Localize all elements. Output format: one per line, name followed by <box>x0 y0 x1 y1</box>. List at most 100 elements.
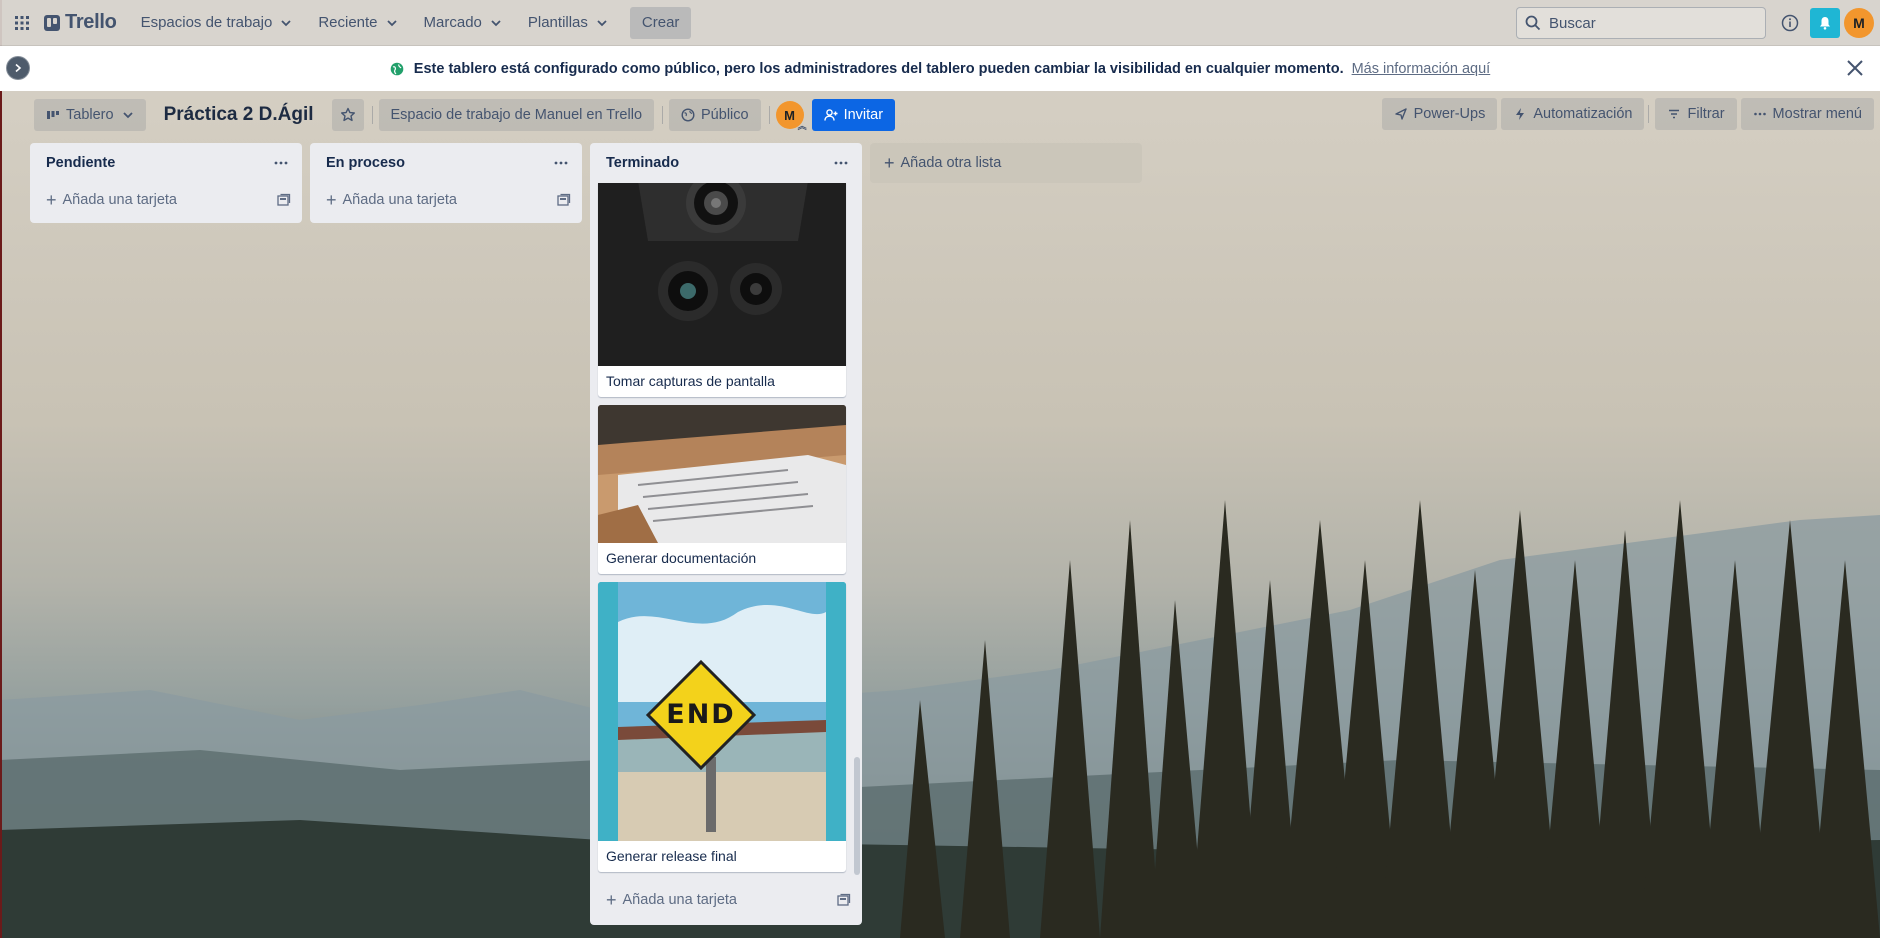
list-header: Terminado <box>590 143 862 183</box>
chevron-down-icon <box>281 19 291 26</box>
automation-button[interactable]: Automatización <box>1501 98 1645 130</box>
add-card-label: Añada una tarjeta <box>342 192 457 208</box>
list-title[interactable]: Pendiente <box>46 155 115 171</box>
templates-menu[interactable]: Plantillas <box>518 7 618 39</box>
workspace-button[interactable]: Espacio de trabajo de Manuel en Trello <box>378 99 655 131</box>
card-list: Tomar capturas de pantalla Generar docum… <box>590 183 862 879</box>
recent-menu[interactable]: Reciente <box>308 7 407 39</box>
card-template-icon[interactable] <box>836 892 852 908</box>
list-title[interactable]: Terminado <box>606 155 679 171</box>
header-divider <box>1648 105 1650 123</box>
chevron-down-icon <box>386 19 397 26</box>
card-title: Generar documentación <box>606 550 757 566</box>
starred-menu-label: Marcado <box>423 14 482 31</box>
plus-icon: + <box>884 152 895 173</box>
search-box[interactable] <box>1516 7 1766 39</box>
documents-folders-picture <box>598 405 846 543</box>
plus-icon: + <box>46 190 57 210</box>
trello-logo[interactable]: Trello <box>44 11 117 34</box>
card[interactable]: Generar documentación <box>598 405 846 574</box>
trello-logo-icon <box>44 14 60 31</box>
more-info-link[interactable]: Más información aquí <box>1352 61 1491 77</box>
board-title[interactable]: Práctica 2 D.Ágil <box>154 104 324 126</box>
card-template-icon[interactable] <box>556 192 572 208</box>
list-actions-icon[interactable] <box>270 152 292 174</box>
invite-button[interactable]: Invitar <box>811 99 896 131</box>
notifications-bell-icon[interactable] <box>1810 8 1840 38</box>
filter-label: Filtrar <box>1687 106 1725 122</box>
close-icon[interactable] <box>1844 57 1866 79</box>
list-terminado: Terminado Tomar capturas de pantalla Gen… <box>590 143 862 925</box>
end-sign-text: END <box>666 699 736 730</box>
more-dots-icon <box>1753 112 1766 116</box>
star-board-button[interactable] <box>331 99 364 131</box>
recent-menu-label: Reciente <box>318 14 378 31</box>
visibility-banner: Este tablero está configurado como públi… <box>0 46 1880 91</box>
show-menu-label: Mostrar menú <box>1772 106 1862 122</box>
board-header: Tablero Práctica 2 D.Ágil Espacio de tra… <box>34 98 1874 132</box>
info-icon[interactable] <box>1776 9 1804 37</box>
list-scrollbar[interactable] <box>854 757 860 875</box>
list-header: En proceso <box>310 143 582 183</box>
top-navigation: Trello Espacios de trabajo Reciente Marc… <box>0 0 1880 46</box>
list-title[interactable]: En proceso <box>326 155 405 171</box>
chevron-right-icon <box>15 63 22 73</box>
add-card-button[interactable]: + Añada una tarjeta <box>590 883 862 917</box>
automation-label: Automatización <box>1533 106 1633 122</box>
logo-text: Trello <box>65 11 117 33</box>
app-switcher-icon[interactable] <box>10 11 34 35</box>
globe-icon <box>390 62 404 75</box>
chevron-down-icon <box>122 112 133 119</box>
plus-icon: + <box>326 190 337 210</box>
board-member-avatar[interactable]: M ︽ <box>775 101 807 131</box>
camera-lenses-picture <box>598 183 846 366</box>
starred-menu[interactable]: Marcado <box>414 7 512 39</box>
add-card-button[interactable]: + Añada una tarjeta <box>30 183 302 217</box>
workspaces-menu[interactable]: Espacios de trabajo <box>131 7 303 39</box>
list-actions-icon[interactable] <box>550 152 572 174</box>
card-title: Generar release final <box>606 848 737 864</box>
header-divider <box>371 106 373 124</box>
board-view-icon <box>47 111 59 119</box>
star-icon <box>340 107 355 122</box>
search-icon <box>1525 15 1541 31</box>
powerups-button[interactable]: Power-Ups <box>1381 98 1498 130</box>
list-pendiente: Pendiente + Añada una tarjeta <box>30 143 302 223</box>
add-card-button[interactable]: + Añada una tarjeta <box>310 183 582 217</box>
list-actions-icon[interactable] <box>830 152 852 174</box>
rocket-icon <box>1394 108 1407 120</box>
chevron-down-icon <box>491 19 501 26</box>
user-avatar[interactable]: M <box>1844 8 1874 38</box>
create-button[interactable]: Crear <box>629 6 692 39</box>
view-switcher-button[interactable]: Tablero <box>34 99 146 131</box>
add-list-button[interactable]: + Añada otra lista <box>870 143 1142 183</box>
add-list-label: Añada otra lista <box>900 155 1002 171</box>
globe-outline-icon <box>681 108 695 122</box>
board-background <box>0 0 1880 938</box>
add-person-icon <box>823 109 838 121</box>
list-header: Pendiente <box>30 143 302 183</box>
search-input[interactable] <box>1549 14 1749 32</box>
show-menu-button[interactable]: Mostrar menú <box>1740 98 1874 130</box>
visibility-label: Público <box>701 107 749 123</box>
filter-icon <box>1669 109 1680 119</box>
plus-icon: + <box>606 890 617 910</box>
card-cover-end-sign-image: END <box>598 582 846 841</box>
view-switcher-label: Tablero <box>66 107 114 123</box>
card-title: Tomar capturas de pantalla <box>606 373 775 389</box>
board-header-right: Power-Ups Automatización Filtrar Mostrar… <box>1381 98 1874 130</box>
card-cover-camera-image <box>598 183 846 366</box>
workspaces-menu-label: Espacios de trabajo <box>140 14 273 31</box>
card-cover-documents-image <box>598 405 846 543</box>
card[interactable]: Tomar capturas de pantalla <box>598 183 846 397</box>
card[interactable]: END Generar release final <box>598 582 846 872</box>
top-nav-right: M <box>1516 7 1874 39</box>
templates-menu-label: Plantillas <box>527 14 588 31</box>
card-template-icon[interactable] <box>276 192 292 208</box>
sidebar-expand-button[interactable] <box>6 56 30 80</box>
visibility-button[interactable]: Público <box>669 99 761 131</box>
header-divider <box>768 106 770 124</box>
window-edge <box>0 0 2 938</box>
filter-button[interactable]: Filtrar <box>1655 98 1737 130</box>
invite-label: Invitar <box>843 107 884 123</box>
